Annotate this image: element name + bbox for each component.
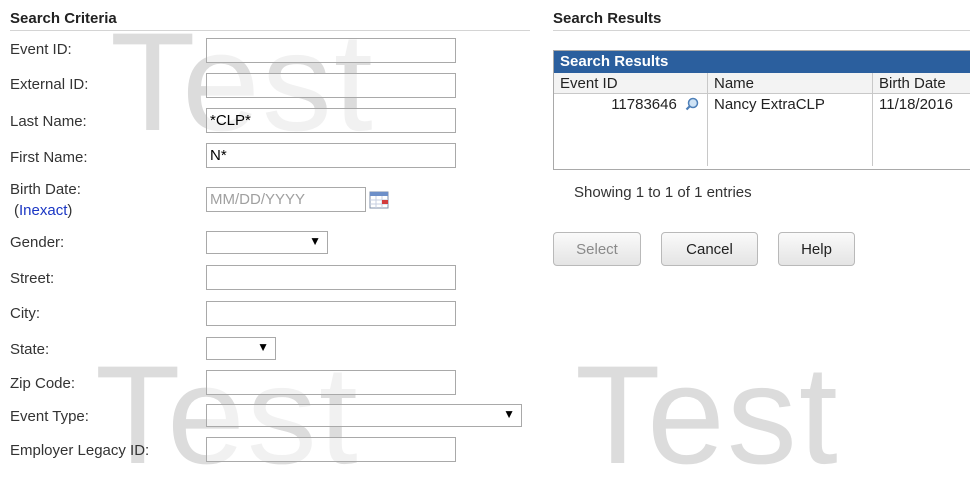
results-panel-title: Search Results (554, 51, 970, 73)
table-row[interactable]: 11783646 Nancy ExtraCLP 11/18/2016 (554, 94, 970, 167)
city-label: City: (10, 305, 40, 322)
street-input[interactable] (206, 265, 456, 290)
select-button[interactable]: Select (553, 232, 641, 266)
birth-date-label: Birth Date: (10, 181, 81, 198)
birth-date-inexact-wrapper: (Inexact) (14, 202, 72, 219)
city-input[interactable] (206, 301, 456, 326)
zip-code-input[interactable] (206, 370, 456, 395)
zip-code-label: Zip Code: (10, 375, 75, 392)
column-header-birth-date[interactable]: Birth Date (873, 73, 970, 94)
column-header-event-id[interactable]: Event ID (554, 73, 708, 94)
first-name-label: First Name: (10, 149, 88, 166)
event-id-label: Event ID: (10, 41, 72, 58)
cell-event-id: 11783646 (554, 94, 708, 167)
cell-name: Nancy ExtraCLP (708, 94, 873, 167)
dropdown-arrow-icon: ▼ (309, 234, 321, 248)
column-header-name[interactable]: Name (708, 73, 873, 94)
watermark-text: Test (575, 345, 840, 485)
last-name-input[interactable] (206, 108, 456, 133)
results-count-text: Showing 1 to 1 of 1 entries (574, 184, 752, 201)
magnifier-icon[interactable] (685, 97, 699, 111)
search-results-panel: Search Results Event ID Name Birth Date … (553, 50, 970, 170)
street-label: Street: (10, 270, 54, 287)
results-table: Event ID Name Birth Date 11783646 Nancy … (554, 73, 970, 166)
cancel-button[interactable]: Cancel (661, 232, 758, 266)
inexact-link[interactable]: Inexact (19, 202, 67, 219)
external-id-label: External ID: (10, 76, 88, 93)
employer-legacy-id-input[interactable] (206, 437, 456, 462)
state-select[interactable]: ▼ (206, 337, 276, 360)
first-name-input[interactable] (206, 143, 456, 168)
birth-date-input[interactable] (206, 187, 366, 212)
dropdown-arrow-icon: ▼ (503, 407, 515, 421)
last-name-label: Last Name: (10, 113, 87, 130)
search-criteria-header: Search Criteria (10, 10, 530, 31)
event-type-label: Event Type: (10, 408, 89, 425)
help-button[interactable]: Help (778, 232, 855, 266)
gender-select[interactable]: ▼ (206, 231, 328, 254)
calendar-icon[interactable] (369, 191, 389, 209)
employer-legacy-id-label: Employer Legacy ID: (10, 442, 149, 459)
dropdown-arrow-icon: ▼ (257, 340, 269, 354)
event-type-select[interactable]: ▼ (206, 404, 522, 427)
external-id-input[interactable] (206, 73, 456, 98)
cell-birth-date: 11/18/2016 (873, 94, 970, 167)
state-label: State: (10, 341, 49, 358)
event-id-value: 11783646 (611, 96, 677, 113)
gender-label: Gender: (10, 234, 64, 251)
search-results-header: Search Results (553, 10, 970, 31)
event-id-input[interactable] (206, 38, 456, 63)
